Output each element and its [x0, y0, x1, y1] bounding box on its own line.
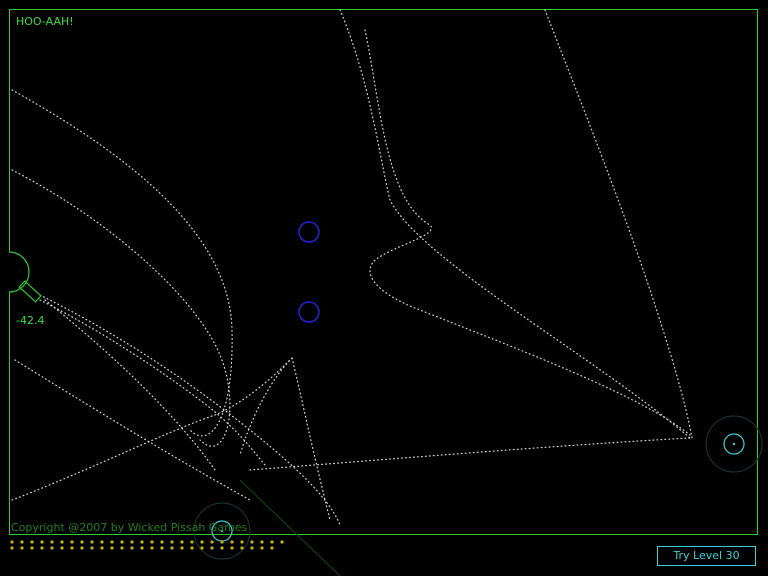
target-ring-icon	[705, 415, 763, 473]
ammo-pellet	[240, 546, 244, 550]
ammo-pellet	[210, 546, 214, 550]
ammo-pellet	[280, 540, 284, 544]
ammo-pellet	[150, 546, 154, 550]
ammo-pellet	[60, 546, 64, 550]
ammo-pellet	[120, 540, 124, 544]
trail-path	[364, 29, 691, 436]
playfield-border	[9, 9, 758, 535]
trajectory-trails	[11, 9, 693, 526]
copyright-notice: Copyright @2007 by Wicked Pissah Games	[11, 521, 248, 534]
trail-path	[14, 359, 251, 501]
ammo-pellet	[10, 540, 14, 544]
ammo-pellet	[20, 540, 24, 544]
ammo-pellet	[90, 546, 94, 550]
ammo-pellet	[210, 540, 214, 544]
ammo-pellet	[170, 546, 174, 550]
ammo-pellet	[270, 540, 274, 544]
ammo-pellet	[40, 546, 44, 550]
trail-path	[249, 437, 691, 471]
trail-path	[11, 357, 293, 501]
try-level-button[interactable]: Try Level 30	[657, 546, 756, 566]
ammo-pellet	[90, 540, 94, 544]
gravity-well-icon	[298, 301, 320, 323]
ammo-pellet	[190, 546, 194, 550]
ammo-pellet	[250, 540, 254, 544]
ammo-pellet	[200, 540, 204, 544]
ammo-pellet	[200, 546, 204, 550]
ammo-pellet	[130, 540, 134, 544]
ammo-pellet	[10, 546, 14, 550]
ammo-pellet	[120, 546, 124, 550]
trail-path	[39, 294, 341, 526]
cannon-angle-readout: -42.4	[16, 314, 45, 327]
ammo-pellet	[30, 540, 34, 544]
ammo-pellet	[30, 546, 34, 550]
ammo-counter	[10, 540, 284, 550]
ammo-pellet	[160, 540, 164, 544]
ammo-pellet	[250, 546, 254, 550]
ammo-pellet	[260, 540, 264, 544]
ammo-pellet	[150, 540, 154, 544]
ammo-pellet	[220, 546, 224, 550]
ammo-pellet	[70, 546, 74, 550]
ammo-pellet	[220, 540, 224, 544]
ammo-pellet	[80, 540, 84, 544]
ammo-pellet	[130, 546, 134, 550]
ammo-pellet	[50, 546, 54, 550]
ammo-pellet	[230, 546, 234, 550]
ammo-pellet	[190, 540, 194, 544]
ammo-pellet	[140, 540, 144, 544]
ammo-pellet	[270, 546, 274, 550]
ammo-pellet	[260, 546, 264, 550]
ammo-pellet	[180, 546, 184, 550]
ammo-pellet	[50, 540, 54, 544]
ammo-pellet	[80, 546, 84, 550]
ammo-pellet	[230, 540, 234, 544]
ammo-pellet	[180, 540, 184, 544]
ammo-pellet	[60, 540, 64, 544]
ammo-pellet	[40, 540, 44, 544]
trail-path	[239, 357, 293, 456]
ammo-pellet	[20, 546, 24, 550]
ammo-pellet	[100, 546, 104, 550]
trail-path	[339, 9, 691, 439]
game-canvas[interactable]	[0, 0, 768, 576]
ammo-pellet	[160, 546, 164, 550]
ammo-pellet	[110, 546, 114, 550]
trail-path	[291, 357, 331, 521]
ammo-pellet	[110, 540, 114, 544]
ammo-pellet	[100, 540, 104, 544]
trail-path	[44, 299, 216, 471]
ammo-pellet	[240, 540, 244, 544]
trail-path	[544, 9, 693, 439]
cannon-icon[interactable]	[0, 251, 42, 303]
ammo-pellet	[170, 540, 174, 544]
gravity-well-icon	[298, 221, 320, 243]
aim-guide-line	[239, 479, 341, 576]
ammo-pellet	[140, 546, 144, 550]
trail-path	[11, 169, 231, 447]
ammo-pellet	[70, 540, 74, 544]
status-message: HOO-AAH!	[16, 15, 74, 28]
trail-path	[11, 89, 233, 437]
